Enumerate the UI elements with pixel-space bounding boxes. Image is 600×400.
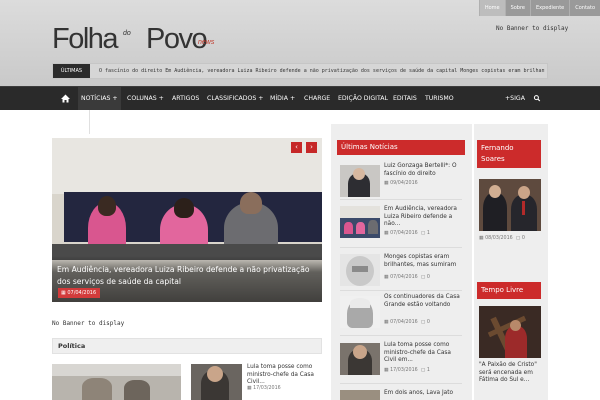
news-item-comments: 0 [426,320,430,325]
news-item-date: 07/04/2016 [390,275,418,280]
politica-title[interactable]: Política [58,339,85,354]
politica-item-title[interactable]: Lula toma posse como ministro-chefe da C… [247,364,327,387]
news-item-comments: 0 [426,275,430,280]
slider-title[interactable]: Em Audiência, vereadora Luiza Ribeiro de… [57,264,319,288]
nav-noticias[interactable]: NOTÍCIAS + [78,87,121,110]
news-item-title[interactable]: Em Audiência, vereadora Luiza Ribeiro de… [384,206,462,229]
top-links: Home Sobre Expediente Contato [478,0,600,16]
nav-follow[interactable]: +SIGA [505,87,525,110]
politica-section-header: Política [52,338,322,354]
nav-colunas[interactable]: COLUNAS + [127,87,164,110]
news-item-meta: ▦ 17/03/2016 ▢ 1 [384,368,430,373]
logo-word-do: do [123,30,131,37]
news-item-title[interactable]: Os continuadores da Casa Grande estão vo… [384,294,462,309]
nav-edicao-digital[interactable]: EDIÇÃO DIGITAL [338,87,388,110]
tempo-livre-title[interactable]: "A Paixão de Cristo" será encenada em Fá… [479,362,543,385]
divider [340,247,462,248]
slider-next-button[interactable]: › [306,142,317,153]
content-banner-placeholder: No Banner to display [52,320,125,327]
politica-item-meta: ▦ 17/03/2016 [247,386,281,391]
main-nav: NOTÍCIAS + COLUNAS + ARTIGOS CLASSIFICAD… [0,86,600,110]
news-thumbnail[interactable] [340,254,380,286]
site-header: Home Sobre Expediente Contato Folha do P… [0,0,600,86]
fernando-soares-date: 08/03/2016 [485,236,513,241]
slider-date: 07/04/2016 [67,290,97,296]
nav-classificados[interactable]: CLASSIFICADOS + [207,87,263,110]
fernando-soares-meta: ▦ 08/03/2016 ▢ 0 [479,236,525,241]
divider [340,335,462,336]
nav-editais[interactable]: EDITAIS [393,87,417,110]
nav-artigos[interactable]: ARTIGOS [172,87,199,110]
logo-word-news: news [198,39,215,46]
news-thumbnail[interactable] [340,343,380,375]
news-item-title[interactable]: Luiz Gonzaga Bertelli*: O fascínio do di… [384,163,462,178]
site-logo[interactable]: Folha do Povo news [52,24,222,58]
slider-person-head [174,198,194,218]
nav-midia[interactable]: MÍDIA + [270,87,295,110]
news-thumbnail[interactable] [340,165,380,197]
tempo-livre-image[interactable] [479,306,541,358]
news-item-title[interactable]: Em dois anos, Lava Jato [384,390,462,398]
top-link-home[interactable]: Home [478,0,505,16]
news-item-comments: 1 [426,368,430,373]
featured-slider[interactable]: Em Audiência, vereadora Luiza Ribeiro de… [52,138,322,302]
news-item-date: 17/03/2016 [390,368,418,373]
header-banner-placeholder: No Banner to display [496,25,569,32]
politica-item-date: 17/03/2016 [253,386,281,391]
fernando-soares-comments: 0 [521,236,525,241]
ticker-label: ÚLTIMAS [53,64,90,78]
slider-prev-button[interactable]: ‹ [291,142,302,153]
news-thumbnail[interactable] [340,206,380,238]
tempo-livre-header[interactable]: Tempo Livre [477,282,541,299]
ticker-text[interactable]: O fascínio do direito Em Audiência, vere… [99,64,545,78]
news-item-meta: ▦ 07/04/2016 ▢ 1 [384,231,430,236]
news-item-date: 07/04/2016 [390,320,418,325]
news-item-title[interactable]: Lula toma posse como ministro-chefe da C… [384,342,462,365]
fernando-soares-header[interactable]: Fernando Soares [477,140,541,168]
top-link-contato[interactable]: Contato [569,0,600,16]
logo-word-folha: Folha [52,23,119,55]
divider [340,199,462,200]
ultimas-noticias-title[interactable]: Últimas Notícias [341,140,398,155]
top-link-expediente[interactable]: Expediente [530,0,570,16]
slider-person-head [240,192,262,214]
news-item-date: 09/04/2016 [390,181,418,186]
news-item-meta: ▦ 09/04/2016 [384,181,418,186]
news-thumbnail[interactable] [340,390,380,400]
news-item-comments: 1 [426,231,430,236]
news-thumbnail[interactable] [340,296,380,328]
politica-image[interactable] [52,364,181,400]
news-item-meta: ▦ 07/04/2016 ▢ 0 [384,320,430,325]
news-ticker: ÚLTIMAS O fascínio do direito Em Audiênc… [52,63,548,79]
divider [89,110,90,134]
nav-charge[interactable]: CHARGE [304,87,330,110]
nav-turismo[interactable]: TURISMO [425,87,454,110]
divider [340,383,462,384]
politica-thumbnail[interactable] [191,364,242,400]
slider-image-wall [52,138,322,194]
news-item-meta: ▦ 07/04/2016 ▢ 0 [384,275,430,280]
news-item-title[interactable]: Monges copistas eram brilhantes, mas sum… [384,254,462,269]
home-icon[interactable] [54,87,77,110]
slider-person-head [98,196,116,216]
top-link-sobre[interactable]: Sobre [504,0,531,16]
fernando-soares-image[interactable] [479,179,541,231]
search-icon[interactable] [533,87,543,110]
news-item-date: 07/04/2016 [390,231,418,236]
slider-date-badge: ▦ 07/04/2016 [58,288,101,298]
ultimas-noticias-header: Últimas Notícias [337,140,465,155]
divider [340,290,462,291]
